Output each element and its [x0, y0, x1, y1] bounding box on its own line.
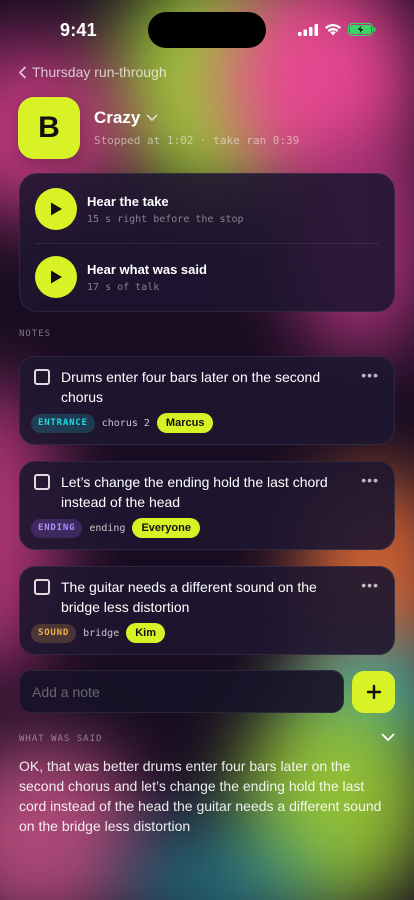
more-options-icon[interactable]: ••• [361, 367, 379, 383]
what-was-said-label: WHAT WAS SAID [19, 734, 103, 744]
dynamic-island [148, 12, 266, 48]
note-assignee[interactable]: Marcus [156, 413, 214, 433]
note-category-tag: SOUND [31, 623, 77, 643]
play-take-row[interactable]: Hear the take 15 s right before the stop [35, 188, 244, 230]
note-text: The guitar needs a different sound on th… [61, 579, 317, 615]
chevron-left-icon [19, 66, 26, 78]
play-icon [51, 202, 62, 216]
chevron-down-icon[interactable] [381, 733, 395, 742]
note-checkbox[interactable] [34, 579, 50, 595]
note-category-tag: ENTRANCE [31, 413, 95, 433]
note-assignee[interactable]: Everyone [132, 518, 200, 538]
status-time: 9:41 [60, 20, 97, 40]
song-title: Crazy [94, 108, 141, 127]
back-button[interactable]: Thursday run-through [18, 64, 167, 80]
playback-card: Hear the take 15 s right before the stop… [19, 173, 395, 312]
note-location: bridge [83, 627, 120, 639]
note-card: Drums enter four bars later on the secon… [19, 356, 395, 445]
song-subtitle: Stopped at 1:02 · take ran 0:39 [94, 134, 300, 147]
play-icon [51, 270, 62, 284]
note-text: Let’s change the ending hold the last ch… [61, 474, 328, 510]
play-take-title: Hear the take [87, 193, 169, 209]
battery-charging-icon [348, 23, 376, 36]
note-checkbox[interactable] [34, 474, 50, 490]
cellular-signal-icon [298, 23, 318, 36]
note-assignee[interactable]: Kim [126, 623, 165, 643]
plus-icon [366, 684, 381, 700]
play-take-button[interactable] [35, 188, 77, 230]
note-checkbox[interactable] [34, 369, 50, 385]
status-bar: 9:41 [0, 0, 414, 60]
notes-section-label: NOTES [19, 329, 52, 339]
song-selector[interactable]: Crazy [94, 108, 299, 128]
play-talk-title: Hear what was said [87, 261, 207, 277]
note-category-tag: ENDING [31, 518, 83, 538]
more-options-icon[interactable]: ••• [361, 472, 379, 488]
add-note-input[interactable]: Add a note [19, 670, 344, 713]
play-talk-subtitle: 17 s of talk [87, 281, 160, 293]
note-location: ending [89, 522, 126, 534]
divider [35, 243, 379, 244]
note-location: chorus 2 [101, 417, 150, 429]
play-talk-button[interactable] [35, 256, 77, 298]
note-text: Drums enter four bars later on the secon… [61, 369, 321, 405]
play-take-subtitle: 15 s right before the stop [87, 213, 244, 225]
play-talk-row[interactable]: Hear what was said 17 s of talk [35, 256, 207, 298]
transcript-text: OK, that was better drums enter four bar… [19, 758, 382, 834]
wifi-icon [325, 23, 341, 36]
more-options-icon[interactable]: ••• [361, 577, 379, 593]
note-card: Let’s change the ending hold the last ch… [19, 461, 395, 550]
chevron-down-icon [147, 114, 158, 122]
song-badge: B [18, 97, 80, 159]
add-note-button[interactable] [352, 671, 395, 713]
note-card: The guitar needs a different sound on th… [19, 566, 395, 655]
back-label: Thursday run-through [32, 64, 167, 80]
